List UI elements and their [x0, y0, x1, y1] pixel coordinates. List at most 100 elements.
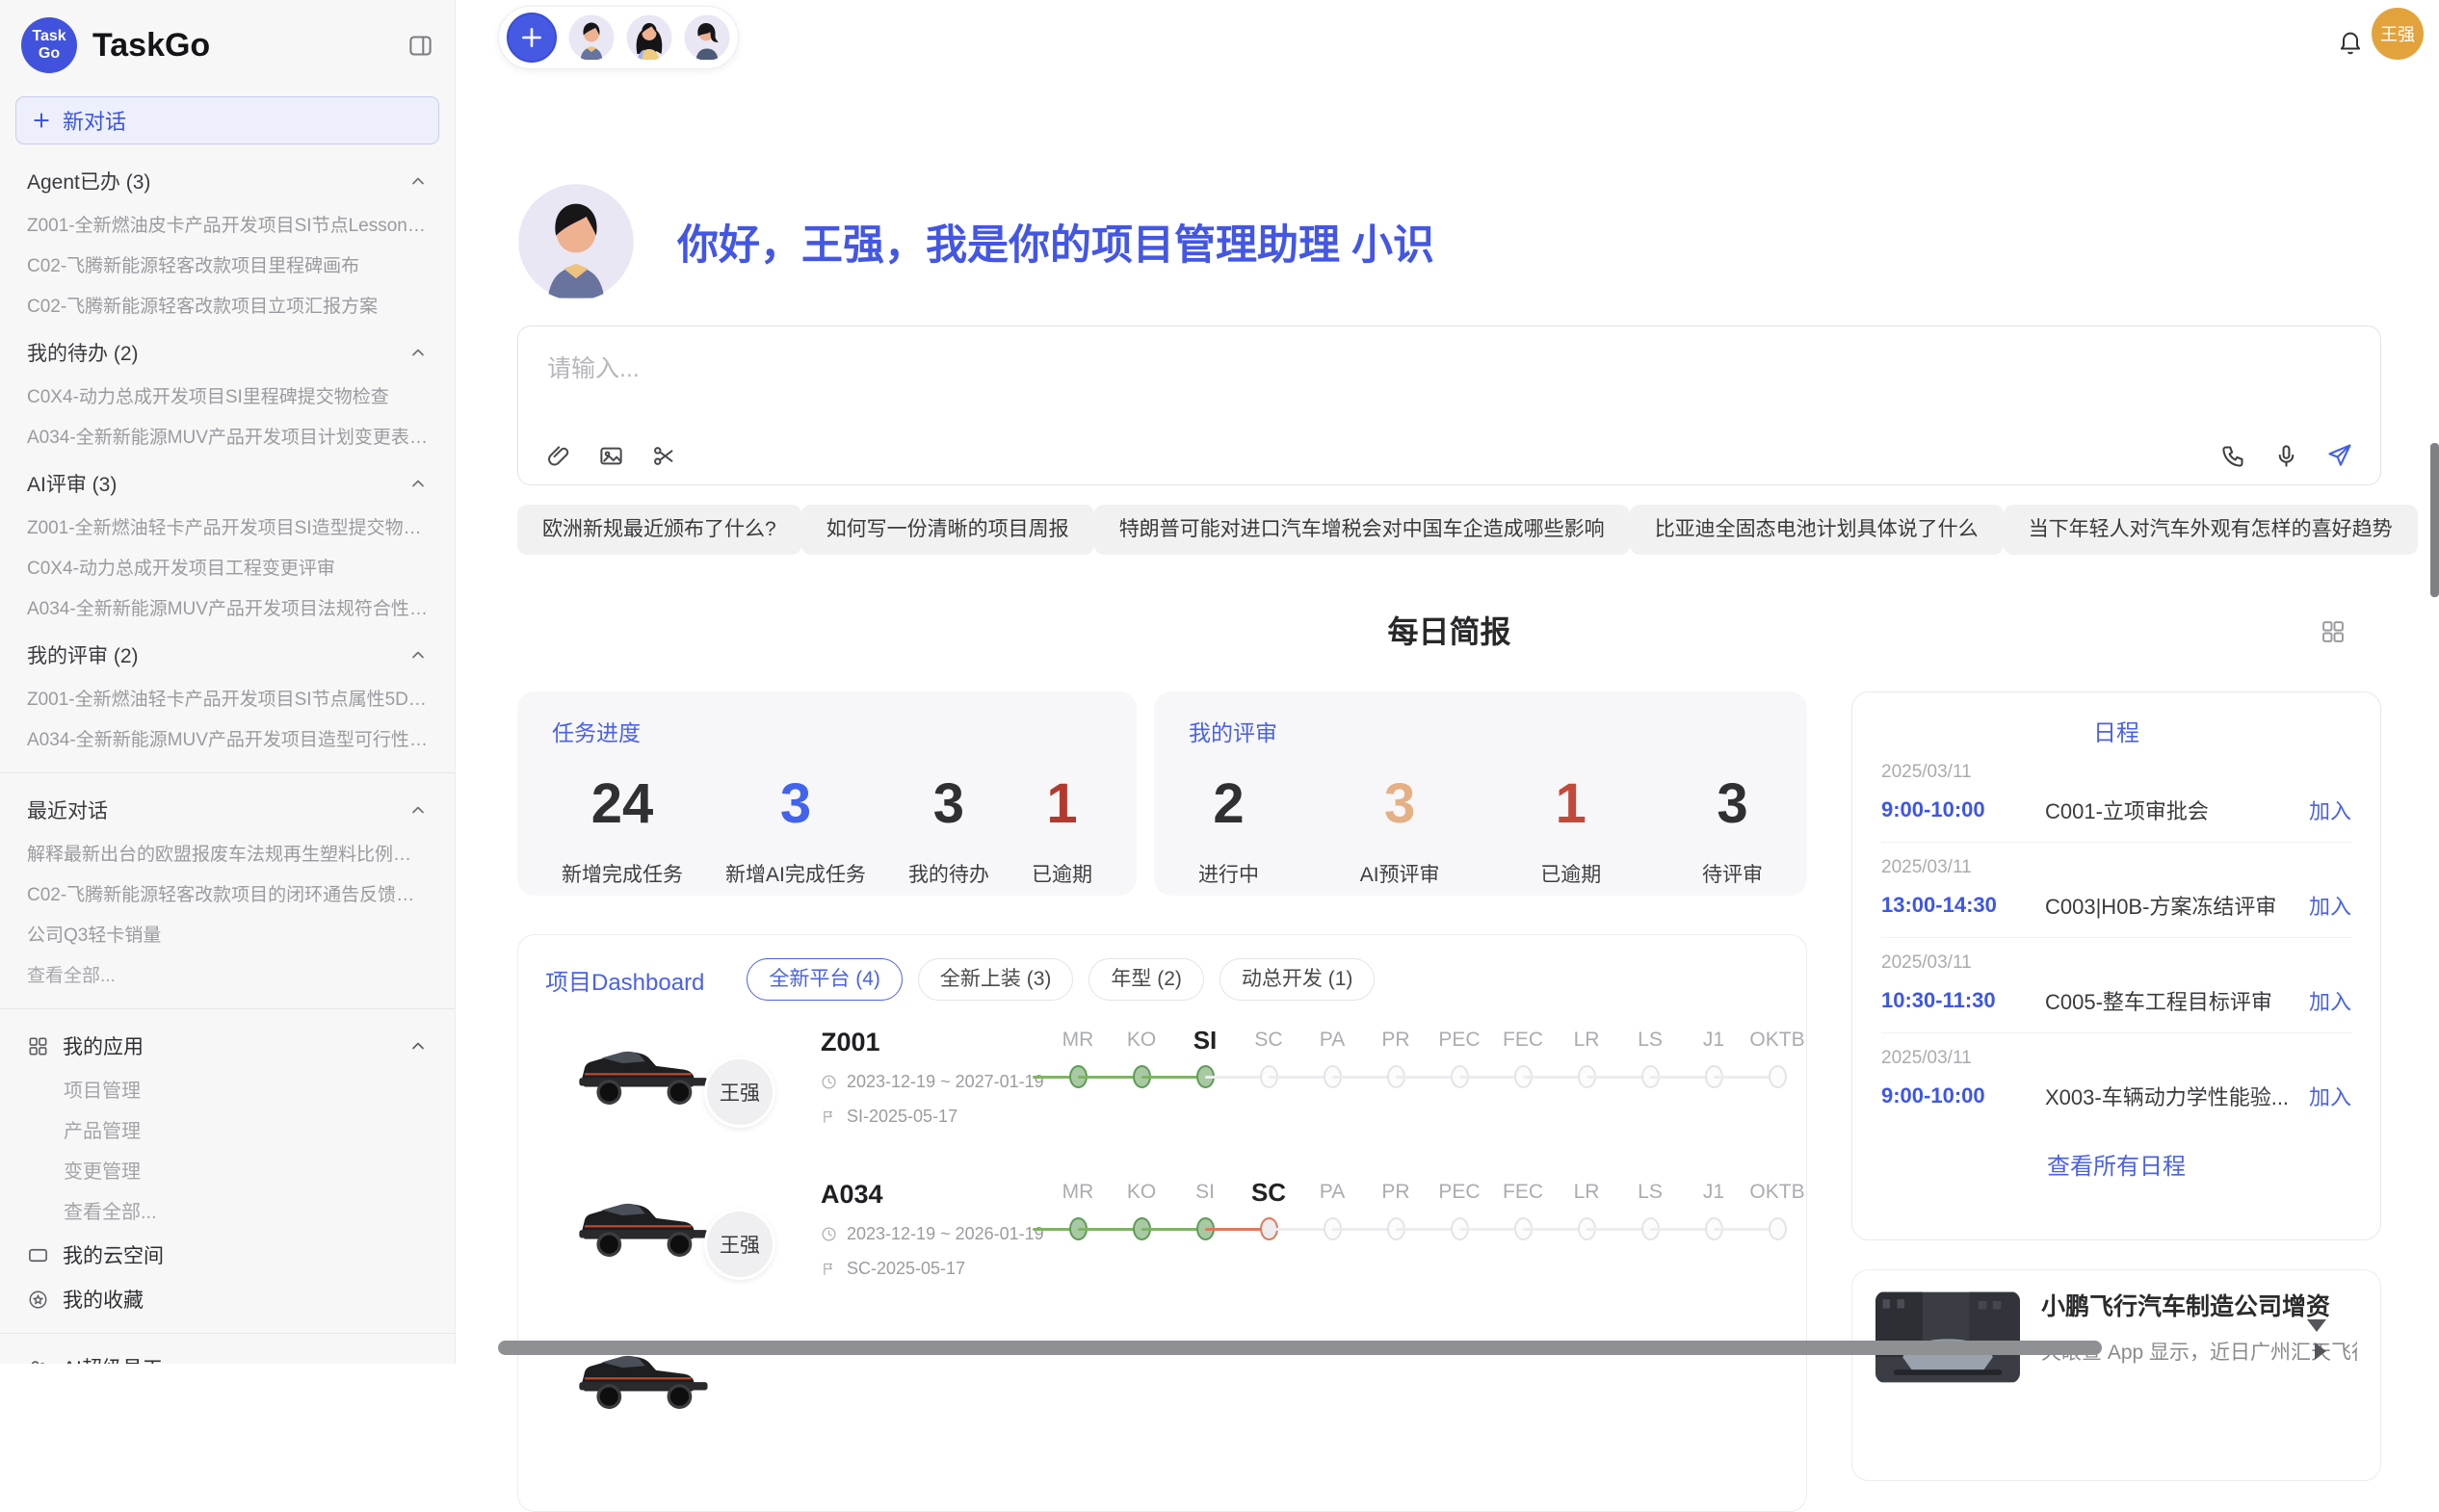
app-subitem[interactable]: 变更管理 — [15, 1152, 439, 1192]
suggestion-chip[interactable]: 当下年轻人对汽车外观有怎样的喜好趋势 — [2004, 505, 2418, 555]
suggestion-chip[interactable]: 欧洲新规最近颁布了什么? — [517, 505, 801, 555]
milestone-label: FEC — [1491, 1022, 1555, 1058]
milestone-label: MR — [1046, 1174, 1110, 1211]
apps-grid-icon — [27, 1035, 49, 1057]
schedule-time: 9:00-10:00 — [1881, 797, 2045, 822]
stat-value: 3 — [1717, 776, 1747, 832]
stat-label: 新增完成任务 — [562, 859, 683, 888]
schedule-name: X003-车辆动力学性能验... — [2045, 1081, 2297, 1111]
chat-input[interactable] — [545, 348, 1994, 419]
sidebar-section-header[interactable]: 我的待办 (2) — [15, 327, 439, 378]
dashboard-tab[interactable]: 全新上装 (3) — [918, 958, 1074, 1001]
sidebar-item[interactable]: Z001-全新燃油轻卡产品开发项目SI造型提交物评审 — [15, 508, 439, 549]
view-all-schedule-link[interactable]: 查看所有日程 — [1881, 1147, 2351, 1181]
view-all-chats-link[interactable]: 查看全部... — [15, 956, 439, 997]
sidebar-item[interactable]: C0X4-动力总成开发项目工程变更评审 — [15, 549, 439, 589]
milestone-circle[interactable] — [1769, 1065, 1787, 1088]
app-subitem[interactable]: 查看全部... — [15, 1192, 439, 1233]
sidebar-item[interactable]: C0X4-动力总成开发项目SI里程碑提交物检查 — [15, 378, 439, 418]
suggestion-chip[interactable]: 特朗普可能对进口汽车增税会对中国车企造成哪些影响 — [1094, 505, 1630, 555]
join-meeting-link[interactable]: 加入 — [2309, 985, 2351, 1016]
join-meeting-link[interactable]: 加入 — [2309, 1081, 2351, 1111]
schedule-date: 2025/03/11 — [1881, 1048, 2351, 1069]
stat-card: 我的评审2进行中3AI预评审1已逾期3待评审 — [1154, 691, 1807, 896]
recent-chat-item[interactable]: 公司Q3轻卡销量 — [15, 916, 439, 956]
scroll-down-arrow[interactable] — [2307, 1319, 2326, 1332]
stat-value: 24 — [591, 776, 654, 832]
chevron-up-icon — [408, 343, 428, 362]
project-dashboard-card: 项目Dashboard 全新平台 (4)全新上装 (3)年型 (2)动总开发 (… — [517, 934, 1807, 1512]
collapse-sidebar-icon[interactable] — [407, 33, 433, 59]
milestone-circle[interactable] — [1769, 1217, 1787, 1240]
flag-icon — [821, 1108, 837, 1125]
phone-icon[interactable] — [2220, 443, 2246, 469]
sidebar-item[interactable]: Z001-全新燃油皮卡产品开发项目SI节点Lesson Learn报告 — [15, 206, 439, 247]
vehicle-image — [570, 1026, 715, 1117]
stat-block: 3AI预评审 — [1360, 776, 1440, 888]
divider — [0, 772, 455, 773]
notification-bell-icon[interactable] — [2337, 29, 2364, 56]
project-owner-badge: 王强 — [704, 1056, 775, 1128]
add-agent-button[interactable] — [507, 13, 557, 63]
user-avatar[interactable]: 王强 — [2372, 8, 2424, 60]
main-area: 王强 你好，王强，我是你的项目管理助理 小识 — [456, 0, 2439, 1364]
milestone-label: LR — [1555, 1022, 1618, 1058]
recent-chat-item[interactable]: 解释最新出台的欧盟报废车法规再生塑料比例被调至15%... — [15, 835, 439, 875]
stat-card-title: 我的评审 — [1189, 715, 1772, 747]
sidebar-item[interactable]: C02-飞腾新能源轻客改款项目里程碑画布 — [15, 247, 439, 287]
people-icon — [27, 1357, 49, 1365]
news-card[interactable]: 小鹏飞行汽车制造公司增资 天眼查 App 显示，近日广州汇天飞行汽... — [1851, 1269, 2381, 1481]
horizontal-scrollbar-thumb[interactable] — [498, 1341, 2102, 1355]
schedule-name: C003|H0B-方案冻结评审 — [2045, 890, 2297, 921]
milestone-label: PR — [1364, 1174, 1428, 1211]
project-next-milestone: SI-2025-05-17 — [821, 1107, 1044, 1127]
stat-label: 待评审 — [1702, 859, 1763, 888]
sidebar-link-star-badge[interactable]: 我的收藏 — [15, 1277, 439, 1321]
scissors-icon[interactable] — [651, 443, 677, 469]
sidebar-section-recent[interactable]: 最近对话 — [15, 785, 439, 835]
microphone-icon[interactable] — [2273, 443, 2299, 469]
recent-chat-item[interactable]: C02-飞腾新能源轻客改款项目的闭环通告反馈情况 — [15, 875, 439, 916]
divider — [0, 1008, 455, 1009]
agent-avatar-3[interactable] — [684, 14, 730, 61]
star-badge-icon — [27, 1289, 49, 1311]
milestone-label: PA — [1300, 1022, 1364, 1058]
scroll-right-arrow[interactable] — [2315, 1343, 2326, 1360]
join-meeting-link[interactable]: 加入 — [2309, 795, 2351, 825]
sidebar-item[interactable]: Z001-全新燃油轻卡产品开发项目SI节点属性5D文件评审 — [15, 680, 439, 720]
app-subitem[interactable]: 产品管理 — [15, 1111, 439, 1152]
dashboard-tab[interactable]: 动总开发 (1) — [1220, 958, 1376, 1001]
suggestion-chip[interactable]: 比亚迪全固态电池计划具体说了什么 — [1630, 505, 2004, 555]
sidebar-item[interactable]: A034-全新新能源MUV产品开发项目造型可行性评审 — [15, 720, 439, 761]
sidebar: Task Go TaskGo 新对话 Agent已办 (3)Z001-全新燃油皮… — [0, 0, 456, 1364]
chevron-up-icon — [408, 645, 428, 665]
vertical-scrollbar-thumb[interactable] — [2430, 443, 2439, 597]
image-icon[interactable] — [598, 443, 624, 469]
agent-avatar-2[interactable] — [626, 14, 672, 61]
sidebar-item-my-apps[interactable]: 我的应用 — [15, 1021, 439, 1071]
app-subitem[interactable]: 项目管理 — [15, 1071, 439, 1111]
attachment-icon[interactable] — [545, 443, 571, 469]
stat-label: 已逾期 — [1540, 859, 1601, 888]
sidebar-link-cloud-space[interactable]: 我的云空间 — [15, 1233, 439, 1277]
schedule-name: C005-整车工程目标评审 — [2045, 985, 2297, 1016]
sidebar-tool-label: AI超级员工 — [63, 1353, 163, 1364]
dashboard-tab[interactable]: 全新平台 (4) — [747, 958, 903, 1001]
project-flag: SC-2025-05-17 — [847, 1259, 965, 1279]
sidebar-item[interactable]: A034-全新新能源MUV产品开发项目法规符合性评审 — [15, 589, 439, 630]
milestone-label: OKTB — [1745, 1174, 1809, 1211]
sidebar-item[interactable]: C02-飞腾新能源轻客改款项目立项汇报方案 — [15, 287, 439, 327]
agent-avatar-1[interactable] — [568, 14, 615, 61]
layout-grid-icon[interactable] — [2320, 618, 2347, 645]
sidebar-item[interactable]: A034-全新新能源MUV产品开发项目计划变更表编写 — [15, 418, 439, 458]
send-icon[interactable] — [2326, 442, 2353, 469]
sidebar-section-header[interactable]: AI评审 (3) — [15, 458, 439, 508]
sidebar-section-header[interactable]: 我的评审 (2) — [15, 630, 439, 680]
dashboard-tab[interactable]: 年型 (2) — [1088, 958, 1204, 1001]
new-chat-button[interactable]: 新对话 — [15, 96, 439, 144]
join-meeting-link[interactable]: 加入 — [2309, 890, 2351, 921]
suggestion-chip[interactable]: 如何写一份清晰的项目周报 — [801, 505, 1094, 555]
project-code: Z001 — [821, 1028, 1044, 1057]
sidebar-section-header[interactable]: Agent已办 (3) — [15, 156, 439, 206]
sidebar-tool-people[interactable]: AI超级员工 — [15, 1345, 439, 1364]
